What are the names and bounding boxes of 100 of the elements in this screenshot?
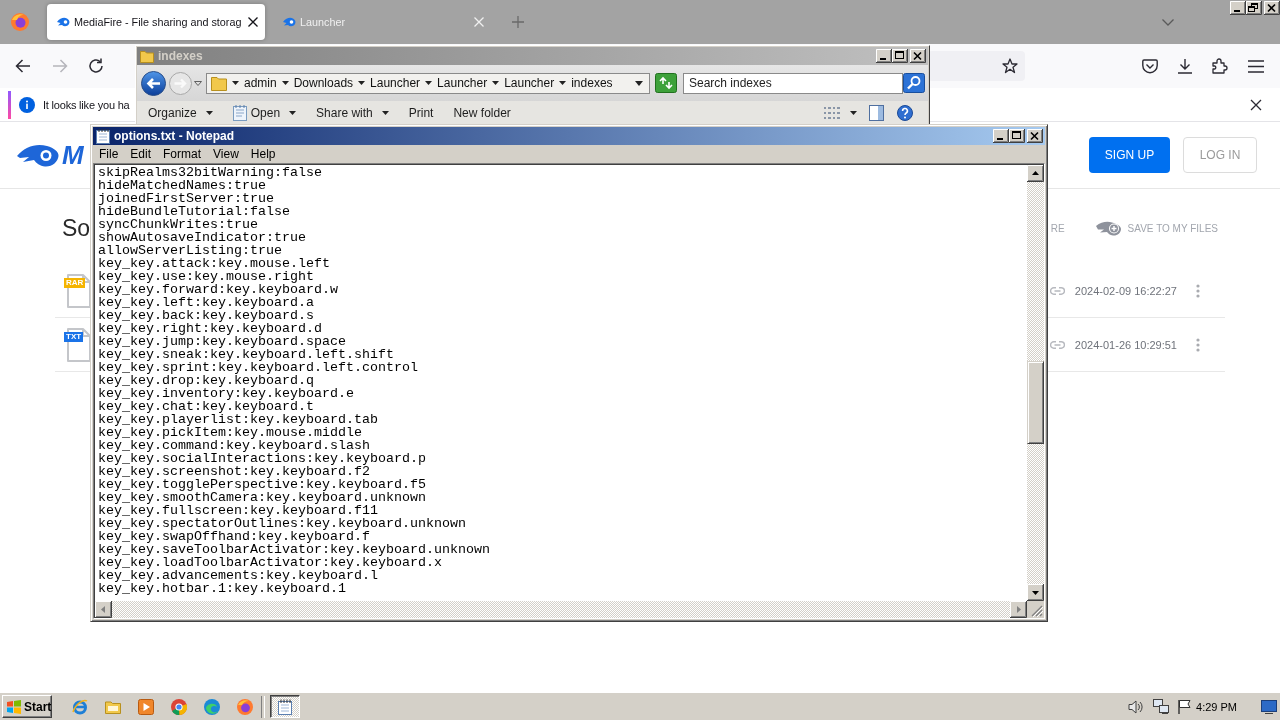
search-field[interactable]: Search indexes — [683, 72, 903, 94]
flag-icon[interactable] — [1177, 698, 1194, 715]
breadcrumb-item[interactable]: indexes — [571, 76, 613, 90]
toolbar-button[interactable]: Print — [408, 106, 434, 120]
minimize-button[interactable] — [1230, 1, 1246, 15]
close-button[interactable] — [1027, 129, 1043, 143]
horizontal-scrollbar[interactable] — [95, 601, 1027, 618]
text-line: key_key.screenshot:key.keyboard.f2 — [98, 465, 370, 478]
text-line: key_key.right:key.keyboard.d — [98, 322, 322, 335]
vertical-scrollbar[interactable] — [1027, 165, 1044, 601]
toolbar-button[interactable]: New folder — [453, 106, 511, 120]
caret-icon[interactable] — [492, 81, 500, 85]
window-title: indexes — [158, 49, 203, 63]
back-icon[interactable] — [15, 59, 31, 73]
star-icon[interactable] — [1002, 58, 1018, 74]
file-type-badge: RAR — [64, 277, 86, 288]
text-line: skipRealms32bitWarning:false — [98, 166, 323, 179]
text-line: key_key.spectatorOutlines:key.keyboard.unknown — [98, 517, 467, 530]
preview-pane-icon[interactable] — [869, 105, 884, 121]
size-grip-icon[interactable] — [1031, 605, 1043, 617]
windows-flag-icon — [6, 699, 22, 714]
text-line: key_key.sneak:key.keyboard.left.shift — [98, 348, 394, 361]
flame-icon — [57, 17, 70, 27]
browser-icon[interactable] — [171, 698, 187, 715]
browser-tab[interactable]: MediaFire - File sharing and storag — [47, 4, 265, 40]
caret-icon[interactable] — [358, 81, 366, 85]
refresh-icon[interactable] — [655, 73, 677, 93]
flame-logo-icon[interactable] — [17, 142, 59, 168]
text-line: key_key.use:key.mouse.right — [98, 270, 314, 283]
start-button[interactable]: Start — [2, 695, 52, 718]
download-icon[interactable] — [1177, 58, 1193, 74]
text-line: key_key.forward:key.keyboard.w — [98, 283, 339, 296]
scrollbar-thumb[interactable] — [1027, 361, 1044, 444]
close-icon[interactable] — [248, 17, 258, 27]
caret-icon[interactable] — [635, 80, 643, 86]
toolbar-button[interactable]: Share with — [316, 106, 389, 120]
network-icon[interactable] — [1153, 698, 1170, 715]
minimize-button[interactable] — [876, 49, 892, 63]
toolbar-button[interactable]: Open — [232, 105, 297, 121]
text-line: key_key.drop:key.keyboard.q — [98, 374, 314, 387]
search-icon[interactable] — [903, 73, 925, 93]
breadcrumb-item[interactable]: Launcher — [437, 76, 488, 90]
scroll-up-button[interactable] — [1027, 165, 1044, 182]
restore-button[interactable] — [1246, 1, 1262, 15]
scroll-right-button[interactable] — [1010, 601, 1027, 618]
browser-icon[interactable] — [72, 698, 88, 715]
breadcrumb-item[interactable]: Launcher — [370, 76, 421, 90]
scroll-left-button[interactable] — [95, 601, 112, 618]
caret-icon[interactable] — [281, 81, 289, 85]
toolbar-button[interactable]: Organize — [148, 106, 213, 120]
taskbar-button[interactable] — [270, 695, 300, 718]
flame-plus-icon — [1095, 220, 1122, 236]
address-bar[interactable]: admin Downloads Launcher Launcher Launcher indexes — [206, 72, 650, 94]
help-icon[interactable] — [897, 105, 913, 121]
breadcrumb-item[interactable]: Launcher — [504, 76, 555, 90]
text-line: key_key.advancements:key.keyboard.l — [98, 569, 378, 582]
menu-item[interactable]: Help — [244, 147, 282, 161]
breadcrumb-item[interactable]: admin — [244, 76, 277, 90]
caret-icon[interactable] — [232, 81, 239, 85]
text-line: key_key.left:key.keyboard.a — [98, 296, 314, 309]
text-line: key_key.chat:key.keyboard.t — [98, 400, 314, 413]
breadcrumb-item[interactable]: Downloads — [293, 76, 354, 90]
pocket-icon[interactable] — [1142, 58, 1158, 74]
caret-icon[interactable] — [559, 81, 567, 85]
folder-icon — [140, 49, 154, 63]
text-line: key_key.fullscreen:key.keyboard.f11 — [98, 504, 378, 517]
menu-item[interactable]: Format — [157, 147, 208, 161]
reload-icon[interactable] — [88, 58, 104, 74]
scroll-down-button[interactable] — [1027, 584, 1044, 601]
chevron-down-icon[interactable] — [1162, 18, 1174, 26]
caret-icon — [205, 111, 213, 115]
caret-icon — [289, 111, 297, 115]
menu-item[interactable]: File — [93, 147, 125, 161]
speaker-icon[interactable] — [1128, 698, 1145, 715]
maximize-button[interactable] — [892, 49, 908, 63]
close-icon[interactable] — [1250, 98, 1262, 111]
text-line: key_key.saveToolbarActivator:key.keyboard.unknown — [98, 543, 491, 556]
caret-icon[interactable] — [850, 111, 857, 115]
puzzle-icon[interactable] — [1212, 58, 1228, 74]
browser-icon[interactable] — [237, 698, 253, 715]
text-line: key_key.socialInteractions:key.keyboard.p — [98, 452, 427, 465]
notepad-icon — [96, 128, 110, 144]
text-line: key_key.jump:key.keyboard.space — [98, 335, 346, 348]
caret-icon[interactable] — [425, 81, 433, 85]
clock[interactable]: 4:29 PM — [1196, 700, 1237, 713]
menu-item[interactable]: Edit — [124, 147, 158, 161]
show-desktop-icon[interactable] — [1261, 699, 1277, 714]
close-button[interactable] — [1264, 1, 1280, 15]
menu-item[interactable]: View — [207, 147, 245, 161]
logo-text: M — [62, 139, 84, 171]
play-icon[interactable] — [138, 698, 154, 715]
sign-up-button[interactable]: SIGN UP — [1089, 137, 1170, 173]
address-field[interactable] — [928, 51, 1025, 81]
minimize-button[interactable] — [993, 129, 1009, 143]
info-icon — [19, 96, 35, 113]
close-button[interactable] — [910, 49, 926, 63]
maximize-button[interactable] — [1009, 129, 1025, 143]
menu-icon[interactable] — [1248, 59, 1264, 73]
folder-icon[interactable] — [105, 698, 121, 715]
text-line: key_key.sprint:key.keyboard.left.control — [98, 361, 419, 374]
